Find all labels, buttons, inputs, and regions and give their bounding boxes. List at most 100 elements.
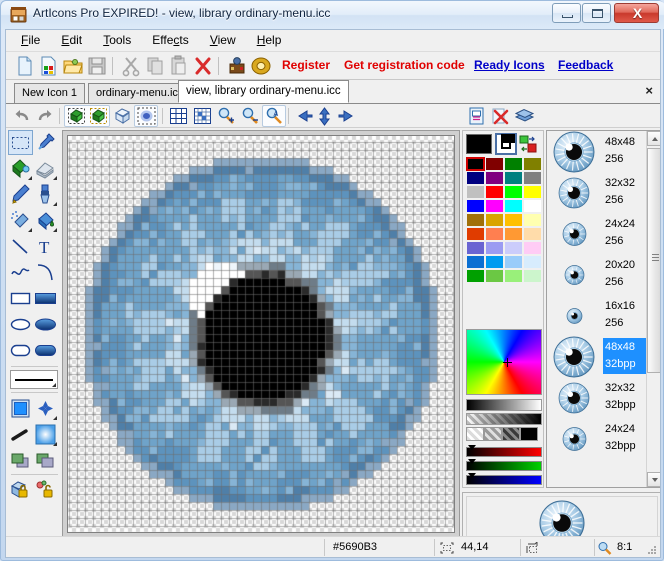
icon-list-item[interactable]: 48x48 256: [547, 131, 646, 172]
icon-list-item[interactable]: 16x16 256: [547, 295, 646, 336]
color-swatch-0-3[interactable]: [523, 157, 542, 171]
menu-view[interactable]: View: [201, 30, 245, 49]
icon-list-item[interactable]: 32x32 32bpp: [547, 377, 646, 418]
scroll-down-button[interactable]: [647, 472, 660, 487]
blur-icon[interactable]: [136, 106, 157, 126]
line-tool[interactable]: [8, 234, 33, 259]
save-image-icon[interactable]: [466, 106, 487, 126]
zoom-out-icon[interactable]: [240, 106, 261, 126]
icon-list-item[interactable]: 24x24 256: [547, 213, 646, 254]
color-swatch-5-2[interactable]: [504, 227, 523, 241]
color-swatch-3-3[interactable]: [523, 199, 542, 213]
color-swatch-3-1[interactable]: [485, 199, 504, 213]
color-swatch-2-3[interactable]: [523, 185, 542, 199]
pixel-editor-canvas[interactable]: [67, 135, 455, 533]
resize-grip-icon[interactable]: [646, 544, 658, 556]
brightness-bar[interactable]: [466, 399, 542, 411]
ellipse-filled-tool[interactable]: [33, 312, 58, 337]
redo-icon[interactable]: [34, 106, 55, 126]
color-swatch-5-0[interactable]: [466, 227, 485, 241]
copy-icon[interactable]: [144, 55, 166, 77]
rect-select-tool[interactable]: [8, 130, 33, 155]
feedback-link[interactable]: Feedback: [558, 58, 613, 72]
color-swatch-3-0[interactable]: [466, 199, 485, 213]
color-swatch-7-1[interactable]: [485, 255, 504, 269]
zoom-fit-icon[interactable]: A: [264, 106, 285, 126]
layer-back-tool[interactable]: [33, 448, 58, 473]
alpha-swatch-50[interactable]: [484, 427, 502, 441]
rect-outline-tool[interactable]: [8, 286, 33, 311]
swap-colors-icon[interactable]: [519, 135, 537, 153]
open-folder-icon[interactable]: [62, 55, 84, 77]
line-width-selector[interactable]: [10, 370, 58, 389]
ready-icons-link[interactable]: Ready Icons: [474, 58, 545, 72]
brush-tool[interactable]: [33, 182, 58, 207]
glow-tool[interactable]: [33, 422, 58, 447]
color-swatch-1-1[interactable]: [485, 171, 504, 185]
tab-new-icon-1[interactable]: New Icon 1: [14, 83, 86, 103]
eyedropper-tool[interactable]: [33, 130, 58, 155]
icon-format-list[interactable]: 48x48 256 32x32 256 24x24 256 20x20 256 …: [546, 130, 660, 488]
menu-effects[interactable]: Effects: [143, 30, 197, 49]
register-link[interactable]: Register: [282, 58, 330, 72]
eraser-tool[interactable]: [33, 156, 58, 181]
paste-icon[interactable]: [168, 55, 190, 77]
delete-image-icon[interactable]: [490, 106, 511, 126]
color-swatch-6-0[interactable]: [466, 241, 485, 255]
text-tool[interactable]: T: [33, 234, 58, 259]
red-channel-bar[interactable]: [466, 445, 542, 457]
arc-tool[interactable]: [33, 260, 58, 285]
color-swatch-5-1[interactable]: [485, 227, 504, 241]
color-palette-grid[interactable]: [466, 157, 542, 283]
move-left-icon[interactable]: [294, 106, 315, 126]
cut-icon[interactable]: [120, 55, 142, 77]
color-swatch-2-0[interactable]: [466, 185, 485, 199]
grid-detail-icon[interactable]: [192, 106, 213, 126]
zoom-in-icon[interactable]: [216, 106, 237, 126]
color-swatch-7-3[interactable]: [523, 255, 542, 269]
color-swatch-2-2[interactable]: [504, 185, 523, 199]
color-swatch-7-2[interactable]: [504, 255, 523, 269]
color-swatch-8-1[interactable]: [485, 269, 504, 283]
color-swatch-4-3[interactable]: [523, 213, 542, 227]
alpha-swatch-75[interactable]: [502, 427, 520, 441]
color-swatch-4-2[interactable]: [504, 213, 523, 227]
minimize-button[interactable]: [552, 3, 581, 23]
color-swatch-0-2[interactable]: [504, 157, 523, 171]
color-swatch-8-2[interactable]: [504, 269, 523, 283]
lock-tool[interactable]: [8, 478, 33, 503]
icon-list-item[interactable]: 32x32 256: [547, 172, 646, 213]
color-swatch-0-1[interactable]: [485, 157, 504, 171]
primary-color-swatch[interactable]: [466, 134, 492, 154]
new-icon-icon[interactable]: [38, 55, 60, 77]
color-swatch-4-0[interactable]: [466, 213, 485, 227]
color-swatch-1-3[interactable]: [523, 171, 542, 185]
icon-pixel-grid[interactable]: [68, 136, 454, 532]
color-swatch-5-3[interactable]: [523, 227, 542, 241]
move-right-icon[interactable]: [336, 106, 357, 126]
ellipse-outline-tool[interactable]: [8, 312, 33, 337]
alpha-swatch-12[interactable]: [466, 427, 484, 441]
icon-list-item[interactable]: 24x24 32bpp: [547, 418, 646, 459]
move-vert-icon[interactable]: [314, 106, 335, 126]
curve-tool[interactable]: [8, 260, 33, 285]
close-tab-button[interactable]: ×: [645, 83, 653, 98]
layers-icon[interactable]: [514, 106, 535, 126]
delete-icon[interactable]: [192, 55, 214, 77]
roundrect-outline-tool[interactable]: [8, 338, 33, 363]
layer-front-tool[interactable]: [8, 448, 33, 473]
icon-list-item[interactable]: 20x20 256: [547, 254, 646, 295]
smudge-tool[interactable]: [8, 422, 33, 447]
3d-box-icon[interactable]: [112, 106, 133, 126]
paintbucket-tool[interactable]: [33, 208, 58, 233]
get-registration-code-link[interactable]: Get registration code: [344, 58, 465, 72]
menu-help[interactable]: Help: [248, 30, 291, 49]
pencil-tool[interactable]: [8, 182, 33, 207]
color-swatch-2-1[interactable]: [485, 185, 504, 199]
gradient-square-tool[interactable]: [8, 396, 33, 421]
rect-filled-tool[interactable]: [33, 286, 58, 311]
color-swatch-4-1[interactable]: [485, 213, 504, 227]
library-icon[interactable]: [250, 55, 272, 77]
alpha-bar[interactable]: [466, 413, 542, 425]
paste-layer-icon[interactable]: [88, 106, 109, 126]
